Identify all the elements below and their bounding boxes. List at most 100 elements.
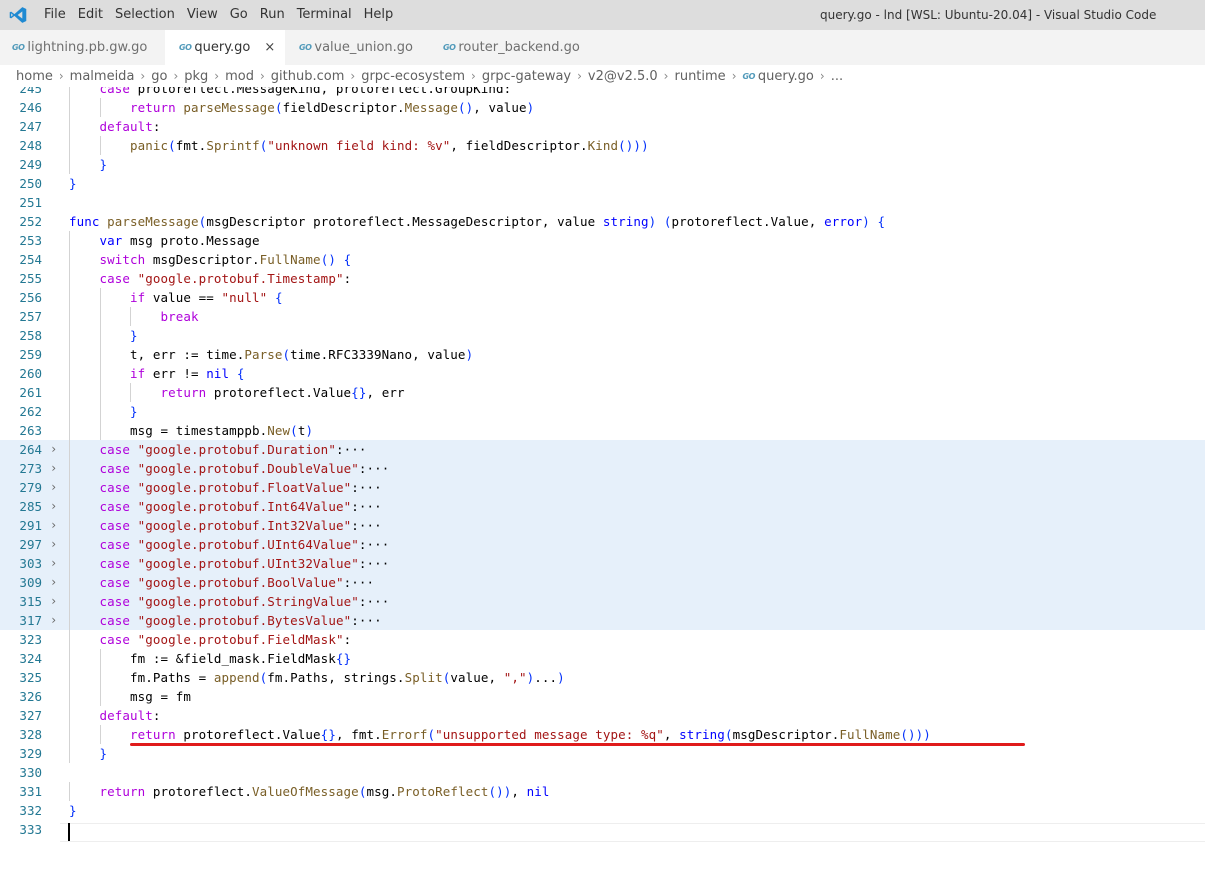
breadcrumb-item[interactable]: malmeida bbox=[70, 69, 135, 84]
code-text: case "google.protobuf.Int64Value":··· bbox=[99, 499, 382, 514]
code-line[interactable]: 249 } bbox=[0, 155, 1205, 174]
menu-terminal[interactable]: Terminal bbox=[285, 0, 352, 30]
code-text: case "google.protobuf.FieldMask": bbox=[99, 632, 352, 647]
breadcrumb-item[interactable]: query.go bbox=[758, 69, 814, 84]
tab-query-go[interactable]: GO query.go × bbox=[165, 30, 285, 65]
code-editor[interactable]: 245 case protoreflect.MessageKind, proto… bbox=[0, 87, 1205, 880]
code-line[interactable]: 261 return protoreflect.Value{}, err bbox=[0, 383, 1205, 402]
code-line[interactable]: 323 case "google.protobuf.FieldMask": bbox=[0, 630, 1205, 649]
code-line[interactable]: 333 bbox=[0, 820, 1205, 839]
chevron-right-icon[interactable]: › bbox=[50, 592, 57, 611]
code-line[interactable]: 326 msg = fm bbox=[0, 687, 1205, 706]
code-text: case "google.protobuf.Duration":··· bbox=[99, 442, 367, 457]
chevron-right-icon[interactable]: › bbox=[50, 535, 57, 554]
code-line[interactable]: 245 case protoreflect.MessageKind, proto… bbox=[0, 87, 1205, 98]
code-line[interactable]: 253 var msg proto.Message bbox=[0, 231, 1205, 250]
code-line[interactable]: 327 default: bbox=[0, 706, 1205, 725]
close-icon[interactable]: × bbox=[264, 40, 275, 55]
breadcrumb-item[interactable]: pkg bbox=[184, 69, 208, 84]
code-line[interactable]: 329 } bbox=[0, 744, 1205, 763]
code-line[interactable]: 255 case "google.protobuf.Timestamp": bbox=[0, 269, 1205, 288]
chevron-right-icon[interactable]: › bbox=[50, 611, 57, 630]
code-line[interactable]: 279 › case "google.protobuf.FloatValue":·… bbox=[0, 478, 1205, 497]
menu-edit[interactable]: Edit bbox=[66, 0, 103, 30]
menu-run[interactable]: Run bbox=[248, 0, 285, 30]
code-line[interactable]: 328 return protoreflect.Value{}, fmt.Err… bbox=[0, 725, 1205, 744]
code-line[interactable]: 330 bbox=[0, 763, 1205, 782]
line-number: 323 bbox=[19, 632, 42, 647]
line-number: 315 bbox=[19, 594, 42, 609]
code-text: if value == "null" { bbox=[130, 290, 283, 305]
menu-go[interactable]: Go bbox=[218, 0, 248, 30]
tab-label: value_union.go bbox=[314, 40, 414, 55]
chevron-right-icon: › bbox=[58, 69, 64, 83]
tab-value-union-go[interactable]: GO value_union.go bbox=[285, 30, 437, 65]
code-line[interactable]: 251 bbox=[0, 193, 1205, 212]
line-number: 247 bbox=[19, 119, 42, 134]
code-line[interactable]: 260 if err != nil { bbox=[0, 364, 1205, 383]
line-number: 291 bbox=[19, 518, 42, 533]
line-number: 279 bbox=[19, 480, 42, 495]
chevron-right-icon: › bbox=[731, 69, 737, 83]
line-number: 262 bbox=[19, 404, 42, 419]
go-file-icon: GO bbox=[742, 71, 756, 81]
chevron-right-icon[interactable]: › bbox=[50, 440, 57, 459]
menu-selection[interactable]: Selection bbox=[103, 0, 175, 30]
code-line[interactable]: 315 › case "google.protobuf.StringValue":… bbox=[0, 592, 1205, 611]
line-number: 250 bbox=[19, 176, 42, 191]
chevron-right-icon[interactable]: › bbox=[50, 478, 57, 497]
chevron-right-icon[interactable]: › bbox=[50, 497, 57, 516]
breadcrumb-item[interactable]: mod bbox=[225, 69, 254, 84]
code-line[interactable]: 309 › case "google.protobuf.BoolValue":··… bbox=[0, 573, 1205, 592]
code-line[interactable]: 285 › case "google.protobuf.Int64Value":·… bbox=[0, 497, 1205, 516]
breadcrumb-item[interactable]: runtime bbox=[674, 69, 725, 84]
code-line[interactable]: 263 msg = timestamppb.New(t) bbox=[0, 421, 1205, 440]
code-text: } bbox=[99, 157, 108, 172]
code-line[interactable]: 317 › case "google.protobuf.BytesValue":·… bbox=[0, 611, 1205, 630]
breadcrumb-item[interactable]: go bbox=[151, 69, 167, 84]
chevron-right-icon[interactable]: › bbox=[50, 516, 57, 535]
code-line[interactable]: 332} bbox=[0, 801, 1205, 820]
code-line[interactable]: 258 } bbox=[0, 326, 1205, 345]
code-line[interactable]: 324 fm := &field_mask.FieldMask{} bbox=[0, 649, 1205, 668]
code-line[interactable]: 252 func parseMessage(msgDescriptor proto… bbox=[0, 212, 1205, 231]
code-line[interactable]: 247 default: bbox=[0, 117, 1205, 136]
code-line[interactable]: 331 return protoreflect.ValueOfMessage(m… bbox=[0, 782, 1205, 801]
code-line[interactable]: 248 panic(fmt.Sprintf("unknown field kin… bbox=[0, 136, 1205, 155]
chevron-right-icon[interactable]: › bbox=[50, 459, 57, 478]
tab-lightning-pb-gw-go[interactable]: GO lightning.pb.gw.go bbox=[0, 30, 165, 65]
code-text: case "google.protobuf.UInt32Value":··· bbox=[99, 556, 390, 571]
code-line[interactable]: 250} bbox=[0, 174, 1205, 193]
chevron-right-icon[interactable]: › bbox=[50, 554, 57, 573]
breadcrumb-item[interactable]: grpc-ecosystem bbox=[361, 69, 465, 84]
breadcrumb-item[interactable]: github.com bbox=[271, 69, 345, 84]
code-line[interactable]: 246 return parseMessage(fieldDescriptor.… bbox=[0, 98, 1205, 117]
line-number: 259 bbox=[19, 347, 42, 362]
code-line[interactable]: 259 t, err := time.Parse(time.RFC3339Nan… bbox=[0, 345, 1205, 364]
window-title: query.go - lnd [WSL: Ubuntu-20.04] - Vis… bbox=[820, 8, 1157, 22]
code-line[interactable]: 303 › case "google.protobuf.UInt32Value":… bbox=[0, 554, 1205, 573]
code-text: break bbox=[160, 309, 199, 324]
menu-file[interactable]: File bbox=[35, 0, 66, 30]
breadcrumb-item[interactable]: grpc-gateway bbox=[482, 69, 571, 84]
code-line[interactable]: 273 › case "google.protobuf.DoubleValue":… bbox=[0, 459, 1205, 478]
code-line[interactable]: 291 › case "google.protobuf.Int32Value":·… bbox=[0, 516, 1205, 535]
code-line[interactable]: 262 } bbox=[0, 402, 1205, 421]
code-line[interactable]: 254 switch msgDescriptor.FullName() { bbox=[0, 250, 1205, 269]
code-line[interactable]: 325 fm.Paths = append(fm.Paths, strings.… bbox=[0, 668, 1205, 687]
code-line[interactable]: 297 › case "google.protobuf.UInt64Value":… bbox=[0, 535, 1205, 554]
breadcrumb-item[interactable]: ... bbox=[831, 69, 843, 84]
code-text: case "google.protobuf.StringValue":··· bbox=[99, 594, 390, 609]
menu-view[interactable]: View bbox=[175, 0, 218, 30]
breadcrumb-item[interactable]: home bbox=[16, 69, 53, 84]
line-number: 297 bbox=[19, 537, 42, 552]
tab-router-backend-go[interactable]: GO router_backend.go bbox=[437, 30, 603, 65]
breadcrumb-item[interactable]: v2@v2.5.0 bbox=[588, 69, 658, 84]
chevron-right-icon[interactable]: › bbox=[50, 573, 57, 592]
breadcrumb: home › malmeida › go › pkg › mod › github.com › grpc… bbox=[0, 65, 1205, 87]
menu-help[interactable]: Help bbox=[352, 0, 394, 30]
code-line[interactable]: 257 break bbox=[0, 307, 1205, 326]
code-line[interactable]: 256 if value == "null" { bbox=[0, 288, 1205, 307]
code-line[interactable]: 264 › case "google.protobuf.Duration":··· bbox=[0, 440, 1205, 459]
title-bar: File Edit Selection View Go Run Terminal… bbox=[0, 0, 1205, 30]
